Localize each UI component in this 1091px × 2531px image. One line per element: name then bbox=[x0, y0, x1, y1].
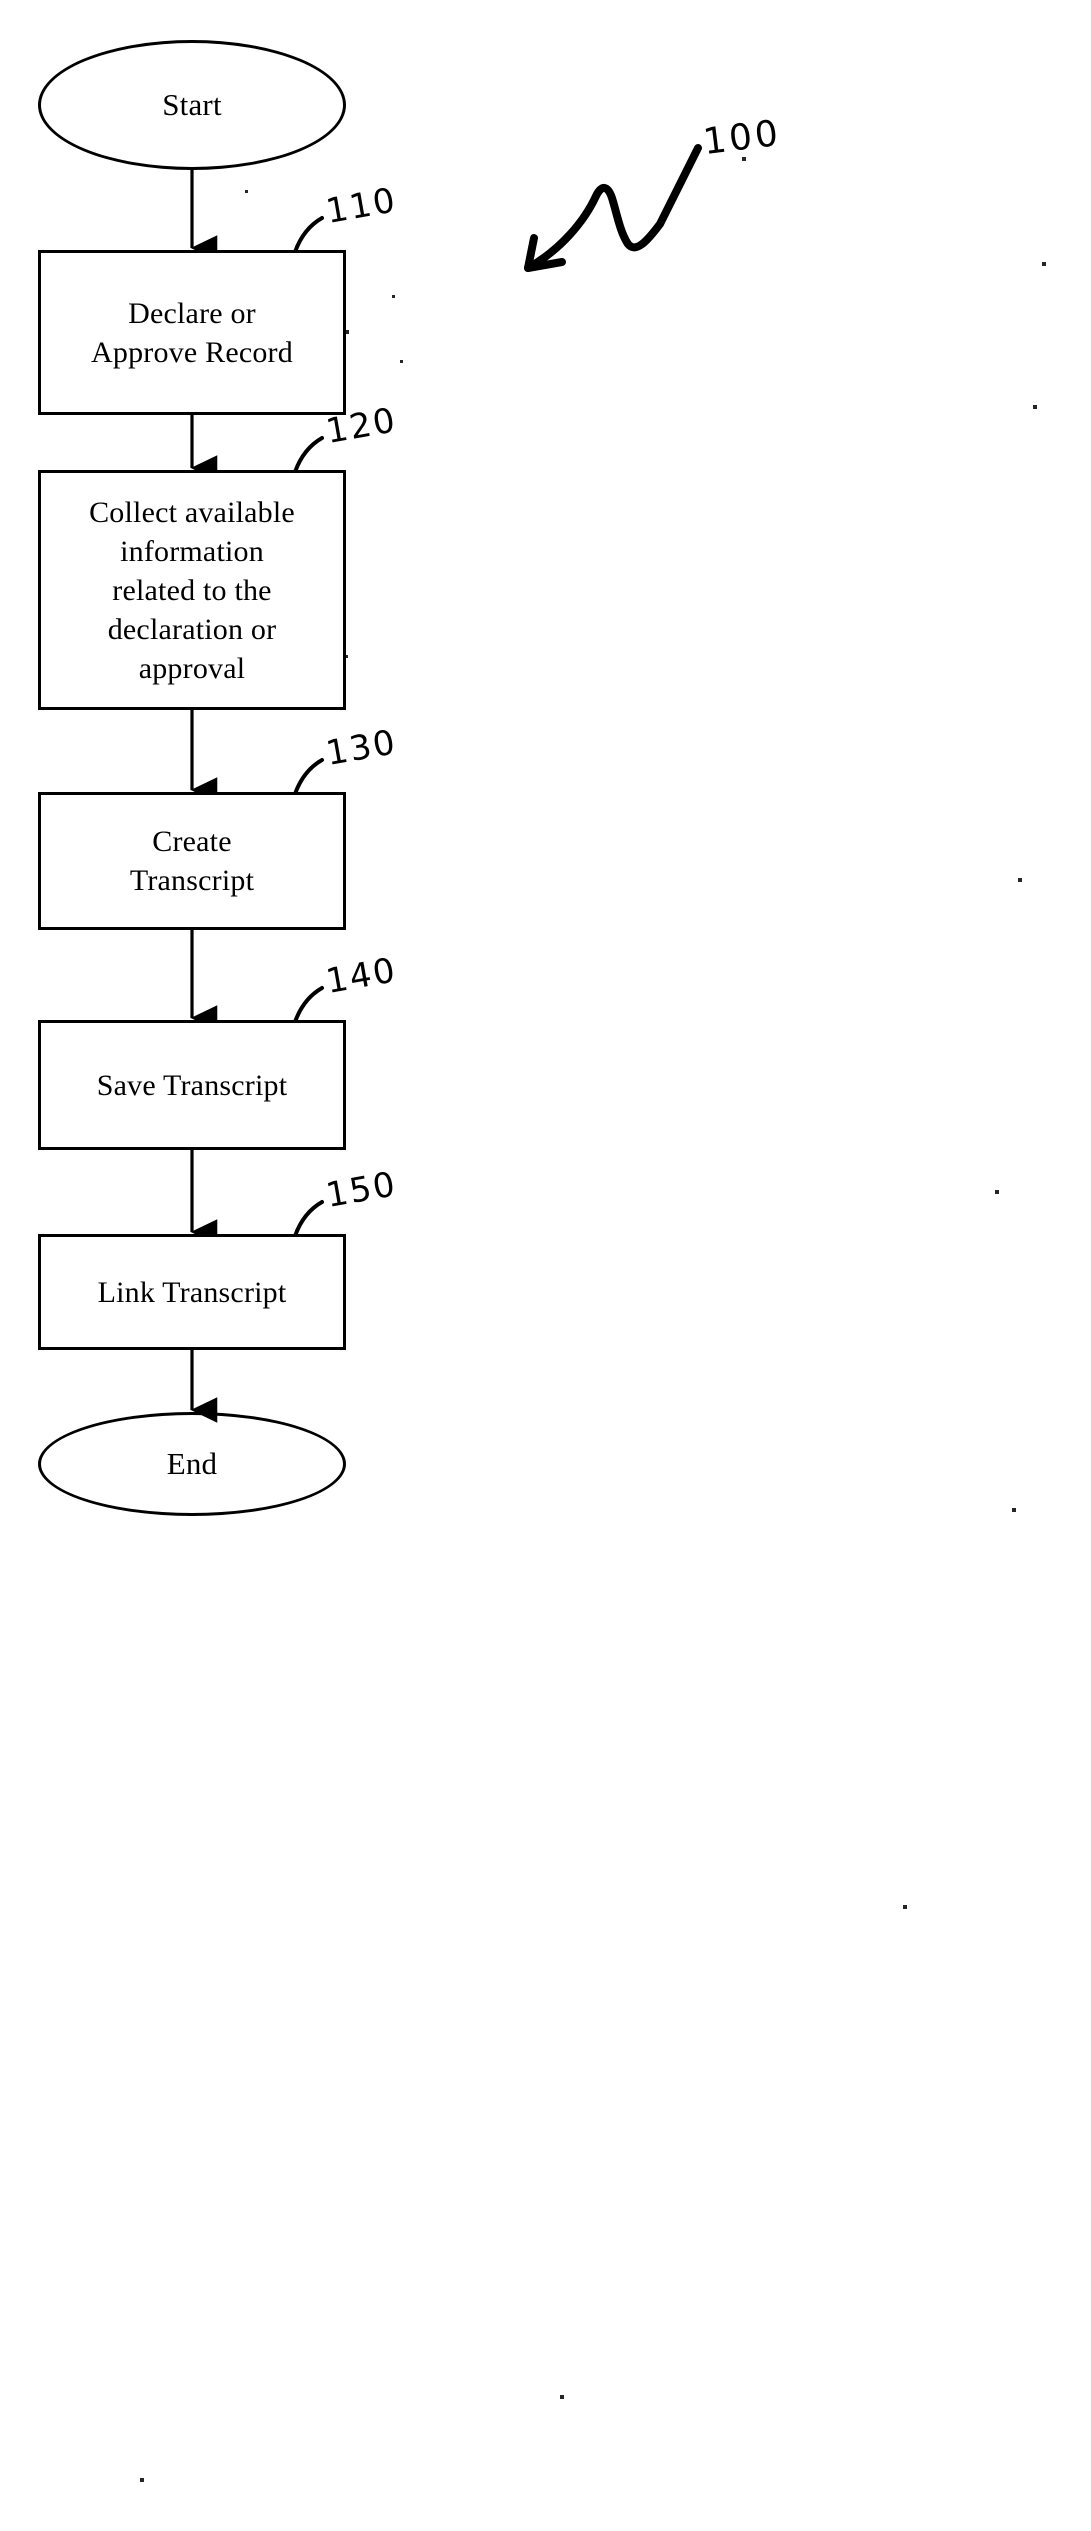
node-collect-available-information[interactable]: Collect available information related to… bbox=[38, 470, 346, 710]
node-end-label: End bbox=[166, 1445, 218, 1481]
node-create-transcript[interactable]: Create Transcript bbox=[38, 792, 346, 930]
node-save-transcript[interactable]: Save Transcript bbox=[38, 1020, 346, 1150]
node-end[interactable]: End bbox=[38, 1412, 346, 1516]
figure-reference-arrow bbox=[524, 144, 702, 272]
node-declare-approve-record[interactable]: Declare or Approve Record bbox=[38, 250, 346, 415]
node-150-label: Link Transcript bbox=[97, 1275, 287, 1309]
node-120-label: Collect available information related to… bbox=[89, 495, 295, 685]
node-110-label: Declare or Approve Record bbox=[91, 296, 293, 369]
leader-130 bbox=[293, 758, 324, 796]
node-130-label: Create Transcript bbox=[129, 825, 255, 897]
node-140-label: Save Transcript bbox=[96, 1068, 288, 1102]
node-start-label: Start bbox=[162, 86, 222, 122]
node-link-transcript[interactable]: Link Transcript bbox=[38, 1234, 346, 1350]
node-start[interactable]: Start bbox=[38, 40, 346, 170]
leader-110 bbox=[293, 216, 324, 254]
leader-120 bbox=[293, 436, 324, 474]
leader-140 bbox=[293, 986, 324, 1024]
leader-150 bbox=[293, 1200, 324, 1238]
